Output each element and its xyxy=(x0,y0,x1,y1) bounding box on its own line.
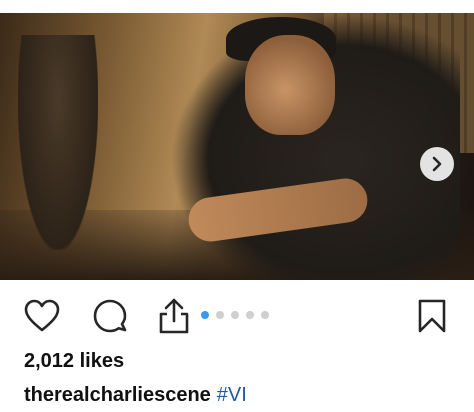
chevron-right-icon xyxy=(432,156,442,172)
action-bar xyxy=(0,290,474,344)
photo-head xyxy=(245,35,335,135)
post-caption: therealcharliescene #VI xyxy=(24,384,247,407)
caption-username[interactable]: therealcharliescene xyxy=(24,384,211,406)
carousel-dot xyxy=(216,311,224,319)
carousel-dot xyxy=(231,311,239,319)
carousel-indicator xyxy=(201,310,269,320)
likes-count[interactable]: 2,012 likes xyxy=(24,350,124,373)
carousel-dot xyxy=(246,311,254,319)
post-photo[interactable] xyxy=(0,13,474,280)
share-upload-icon xyxy=(159,298,189,334)
carousel-dot xyxy=(261,311,269,319)
carousel-dot-active xyxy=(201,311,209,319)
like-button[interactable] xyxy=(22,296,62,336)
carousel-next-button[interactable] xyxy=(420,147,454,181)
heart-outline-icon xyxy=(24,299,60,332)
photo-person-background xyxy=(18,35,98,250)
save-button[interactable] xyxy=(412,296,452,336)
bookmark-icon xyxy=(418,299,446,333)
comment-bubble-icon xyxy=(93,299,127,333)
caption-hashtag[interactable]: #VI xyxy=(217,384,247,406)
comment-button[interactable] xyxy=(90,296,130,336)
share-button[interactable] xyxy=(154,296,194,336)
